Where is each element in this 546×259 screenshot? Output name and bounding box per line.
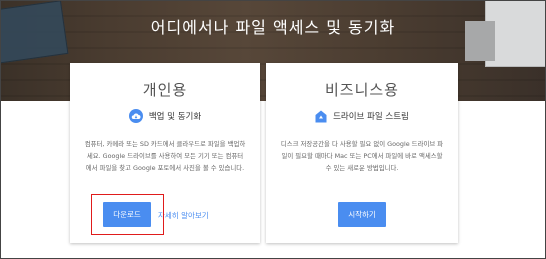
cloud-sync-icon — [128, 109, 143, 123]
personal-feature-label: 백업 및 동기화 — [148, 112, 202, 122]
page-frame: 어디에서나 파일 액세스 및 동기화 개인용 백업 및 동기화 컴퓨터, 카메라… — [0, 0, 546, 259]
learn-more-link[interactable]: 자세히 알아보기 — [158, 210, 209, 221]
personal-feature: 백업 및 동기화 — [70, 107, 260, 125]
business-feature-label: 드라이브 파일 스트림 — [333, 112, 409, 122]
hero-title: 어디에서나 파일 액세스 및 동기화 — [150, 18, 396, 37]
business-feature: 드라이브 파일 스트림 — [266, 107, 458, 125]
annotation-highlight-box — [91, 194, 164, 235]
personal-card-title: 개인용 — [142, 81, 188, 99]
business-description: 디스크 저장공간을 다 사용할 필요 없이 Google 드라이브 파일이 필요… — [280, 140, 444, 172]
get-started-button[interactable]: 시작하기 — [338, 202, 386, 227]
business-card-title: 비즈니스용 — [324, 81, 399, 99]
personal-description: 컴퓨터, 카메라 또는 SD 카드에서 클라우드로 파일을 백업하세요. Goo… — [84, 140, 246, 172]
drive-stream-icon — [315, 109, 327, 123]
business-card: 비즈니스용 드라이브 파일 스트림 디스크 저장공간을 다 사용할 필요 없이 … — [266, 63, 458, 243]
